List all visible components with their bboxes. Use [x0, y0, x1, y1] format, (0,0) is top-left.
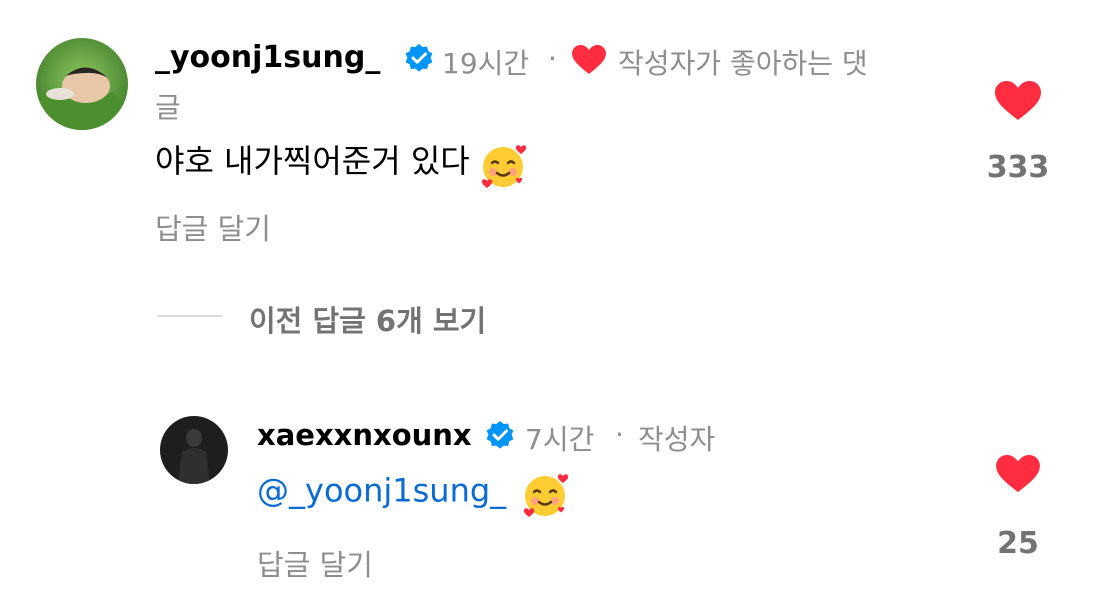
comment-text: 야호 내가찍어준거 있다: [155, 142, 470, 180]
reply-button[interactable]: 답글 달기: [155, 206, 271, 248]
creator-liked-label: 작성자가 좋아하는 댓: [618, 47, 868, 80]
creator-liked-label-wrap: 글: [155, 91, 181, 124]
smiling-hearts-emoji-icon: [479, 141, 529, 195]
reply-like-count: 25: [997, 526, 1039, 561]
comment-username[interactable]: _yoonj1sung_: [155, 40, 380, 75]
avatar-image: [36, 38, 128, 130]
reply-username[interactable]: xaexxnxounx: [257, 418, 472, 452]
meta-separator: ·: [548, 42, 557, 75]
creator-liked-heart-icon: [571, 44, 607, 80]
view-previous-replies-button[interactable]: 이전 답글 6개 보기: [249, 298, 486, 340]
reply-avatar[interactable]: [160, 416, 228, 484]
comment-text-row: 야호 내가찍어준거 있다: [155, 136, 529, 188]
replies-divider: [158, 315, 222, 317]
reply-avatar-image: [160, 416, 228, 484]
reply-time: 7시간: [525, 423, 595, 456]
like-heart-icon[interactable]: [994, 80, 1042, 126]
like-count: 333: [986, 150, 1050, 185]
verified-badge-icon: [404, 43, 434, 77]
mention-link[interactable]: @_yoonj1sung_: [257, 472, 506, 510]
avatar[interactable]: [36, 38, 128, 130]
author-badge: 작성자: [638, 423, 716, 456]
reply-meta-separator: ·: [615, 418, 624, 451]
reply-like-heart-icon[interactable]: [995, 454, 1041, 498]
reply-text-row: @_yoonj1sung_: [257, 470, 571, 524]
reply-smiling-hearts-emoji-icon: [521, 470, 571, 524]
comment-time: 19시간: [442, 47, 530, 80]
reply-reply-button[interactable]: 답글 달기: [257, 542, 373, 584]
reply-verified-badge-icon: [485, 420, 515, 454]
